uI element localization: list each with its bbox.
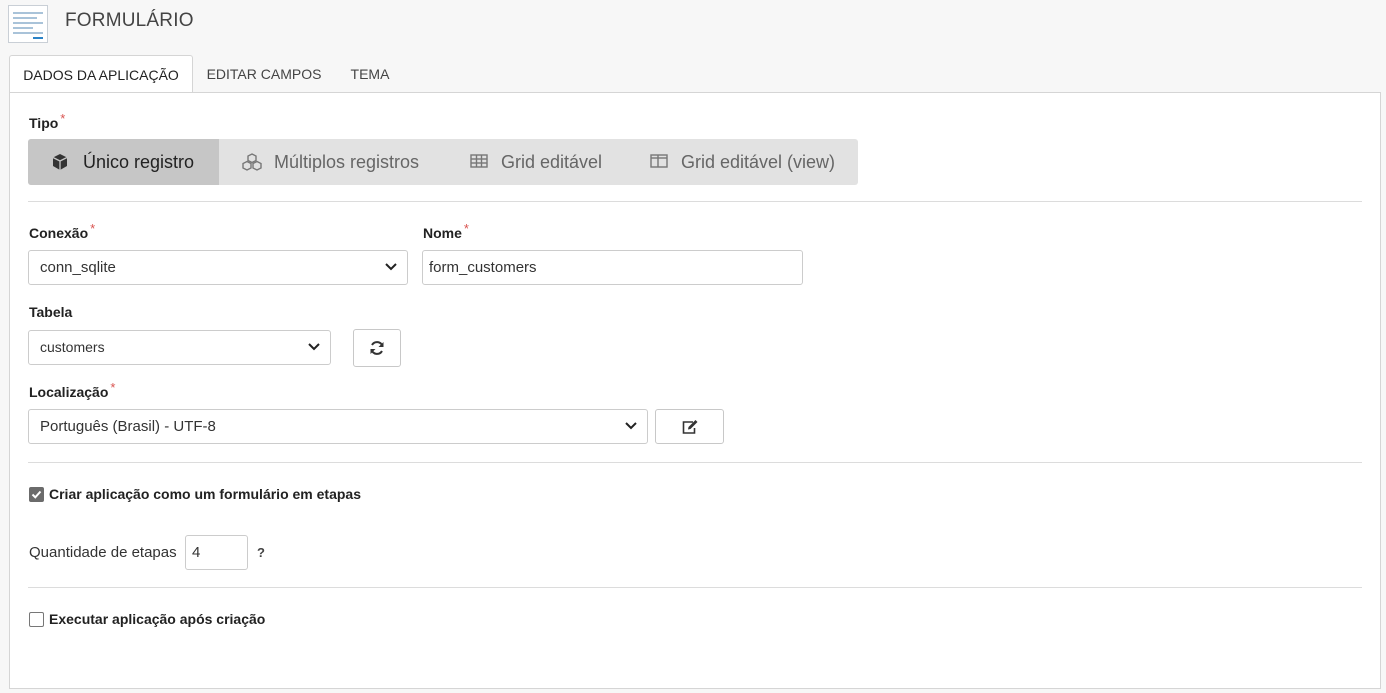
tipo-option-label: Único registro (83, 152, 195, 172)
nome-label: Nome * (423, 221, 469, 241)
tab-dados-da-aplicacao[interactable]: DADOS DA APLICAÇÃO (9, 55, 193, 93)
tipo-label: Tipo * (29, 111, 66, 131)
page-title: FORMULÁRIO (65, 10, 194, 31)
refresh-tables-button[interactable] (353, 329, 401, 367)
page-header: FORMULÁRIO (0, 0, 1386, 48)
tabela-select[interactable]: customers (28, 330, 331, 365)
edit-icon (682, 419, 697, 434)
tipo-option-label: Múltiplos registros (274, 152, 420, 172)
section-divider (28, 201, 1362, 202)
table-icon (470, 154, 488, 168)
columns-icon (650, 154, 668, 168)
localizacao-label: Localização * (29, 380, 116, 400)
steps-checkbox-label: Criar aplicação como um formulário em et… (49, 486, 361, 502)
quantidade-etapas-input[interactable]: 4 (185, 535, 248, 570)
tipo-segmented-control: Único registro Múltiplos registros Grid … (28, 139, 858, 185)
tabela-label: Tabela (29, 304, 73, 320)
section-divider (28, 462, 1362, 463)
tipo-option-label: Grid editável (view) (681, 152, 836, 172)
tab-tema[interactable]: TEMA (339, 55, 401, 93)
check-icon (31, 490, 42, 499)
chevron-down-icon (308, 343, 320, 351)
tabela-select-value: customers (40, 339, 105, 355)
tipo-option-unico-registro[interactable]: Único registro (28, 139, 219, 185)
cubes-icon (242, 153, 262, 171)
section-divider (28, 587, 1362, 588)
conexao-select[interactable]: conn_sqlite (28, 250, 408, 285)
localizacao-select[interactable]: Português (Brasil) - UTF-8 (28, 409, 648, 444)
conexao-label: Conexão * (29, 221, 96, 241)
quantidade-etapas-label: Quantidade de etapas (29, 544, 177, 561)
steps-checkbox[interactable] (29, 487, 44, 502)
tipo-option-grid-editavel-view[interactable]: Grid editável (view) (619, 139, 858, 185)
run-after-creation-checkbox[interactable] (29, 612, 44, 627)
form-panel: Tipo * Único registro Múltiplos registros (9, 92, 1381, 689)
help-icon[interactable]: ? (257, 545, 265, 560)
localizacao-select-value: Português (Brasil) - UTF-8 (40, 418, 216, 435)
run-after-creation-label: Executar aplicação após criação (49, 611, 266, 627)
chevron-down-icon (385, 263, 397, 271)
nome-input[interactable]: form_customers (422, 250, 803, 285)
tab-editar-campos[interactable]: EDITAR CAMPOS (201, 55, 327, 93)
conexao-select-value: conn_sqlite (40, 259, 116, 276)
chevron-down-icon (625, 422, 637, 430)
edit-localizacao-button[interactable] (655, 409, 724, 444)
refresh-icon (370, 341, 384, 355)
cube-icon (52, 154, 68, 170)
tipo-option-label: Grid editável (501, 152, 603, 172)
tipo-option-grid-editavel[interactable]: Grid editável (439, 139, 619, 185)
form-document-icon (8, 5, 48, 43)
tipo-option-multiplos-registros[interactable]: Múltiplos registros (219, 139, 439, 185)
